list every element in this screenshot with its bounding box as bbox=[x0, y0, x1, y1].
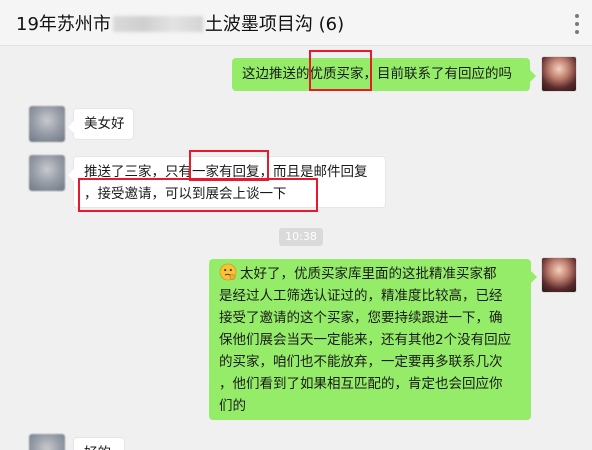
message-text: 太好了，优质买家库里面的这批精准买家都 bbox=[219, 263, 521, 285]
chat-title[interactable]: 19年苏州市 土波墨项目沟 (6) bbox=[16, 10, 344, 36]
message-bubble-incoming[interactable]: 推送了三家，只有一家有回复，而且是邮件回复 ，接受邀请，可以到展会上谈一下 bbox=[68, 156, 386, 208]
chat-header: 19年苏州市 土波墨项目沟 (6) bbox=[0, 0, 592, 46]
more-options-icon[interactable] bbox=[574, 14, 580, 34]
chat-title-prefix: 19年苏州市 bbox=[16, 14, 111, 35]
thinking-face-icon bbox=[219, 263, 237, 281]
message-text: 接受了邀请的这个买家，您要持续跟进一下，确 bbox=[219, 310, 503, 326]
message-bubble-outgoing[interactable]: 这边推送的优质买家，目前联系了有回应的吗 bbox=[232, 58, 536, 91]
message-text: 保他们展会当天一定能来，还有其他2个没有回应 bbox=[219, 332, 512, 348]
message-text: 的买家，咱们也不能放弃，一定要再多联系几次 bbox=[219, 354, 503, 370]
redacted-region bbox=[112, 16, 203, 32]
contact-avatar[interactable] bbox=[29, 155, 65, 191]
chat-title-suffix: 土波墨项目沟 (6) bbox=[204, 14, 345, 35]
message-text: 这边推送的优质买家，目前联系了有回应的吗 bbox=[242, 66, 512, 82]
message-bubble-incoming[interactable]: 好的 bbox=[73, 437, 125, 450]
contact-avatar[interactable] bbox=[29, 106, 65, 142]
message-bubble-outgoing[interactable]: 太好了，优质买家库里面的这批精准买家都 是经过人工筛选认证过的，精准度比较高，已… bbox=[209, 259, 537, 420]
message-text: 美女好 bbox=[84, 116, 125, 132]
message-text: 推送了三家，只有一家有回复，而且是邮件回复 bbox=[84, 164, 368, 180]
message-text: 是经过人工筛选认证过的，精准度比较高，已经 bbox=[219, 288, 503, 304]
message-text: 好的 bbox=[84, 442, 114, 450]
self-avatar[interactable] bbox=[541, 257, 577, 293]
message-text: ，他们看到了如果相互匹配的，肯定也会回应你 bbox=[219, 376, 503, 392]
message-text: ，接受邀请，可以到展会上谈一下 bbox=[84, 186, 287, 202]
contact-avatar[interactable] bbox=[29, 434, 65, 450]
timestamp: 10:38 bbox=[279, 228, 323, 246]
self-avatar[interactable] bbox=[541, 56, 577, 92]
message-bubble-incoming[interactable]: 美女好 bbox=[68, 108, 134, 140]
message-text: 们的 bbox=[219, 398, 246, 414]
